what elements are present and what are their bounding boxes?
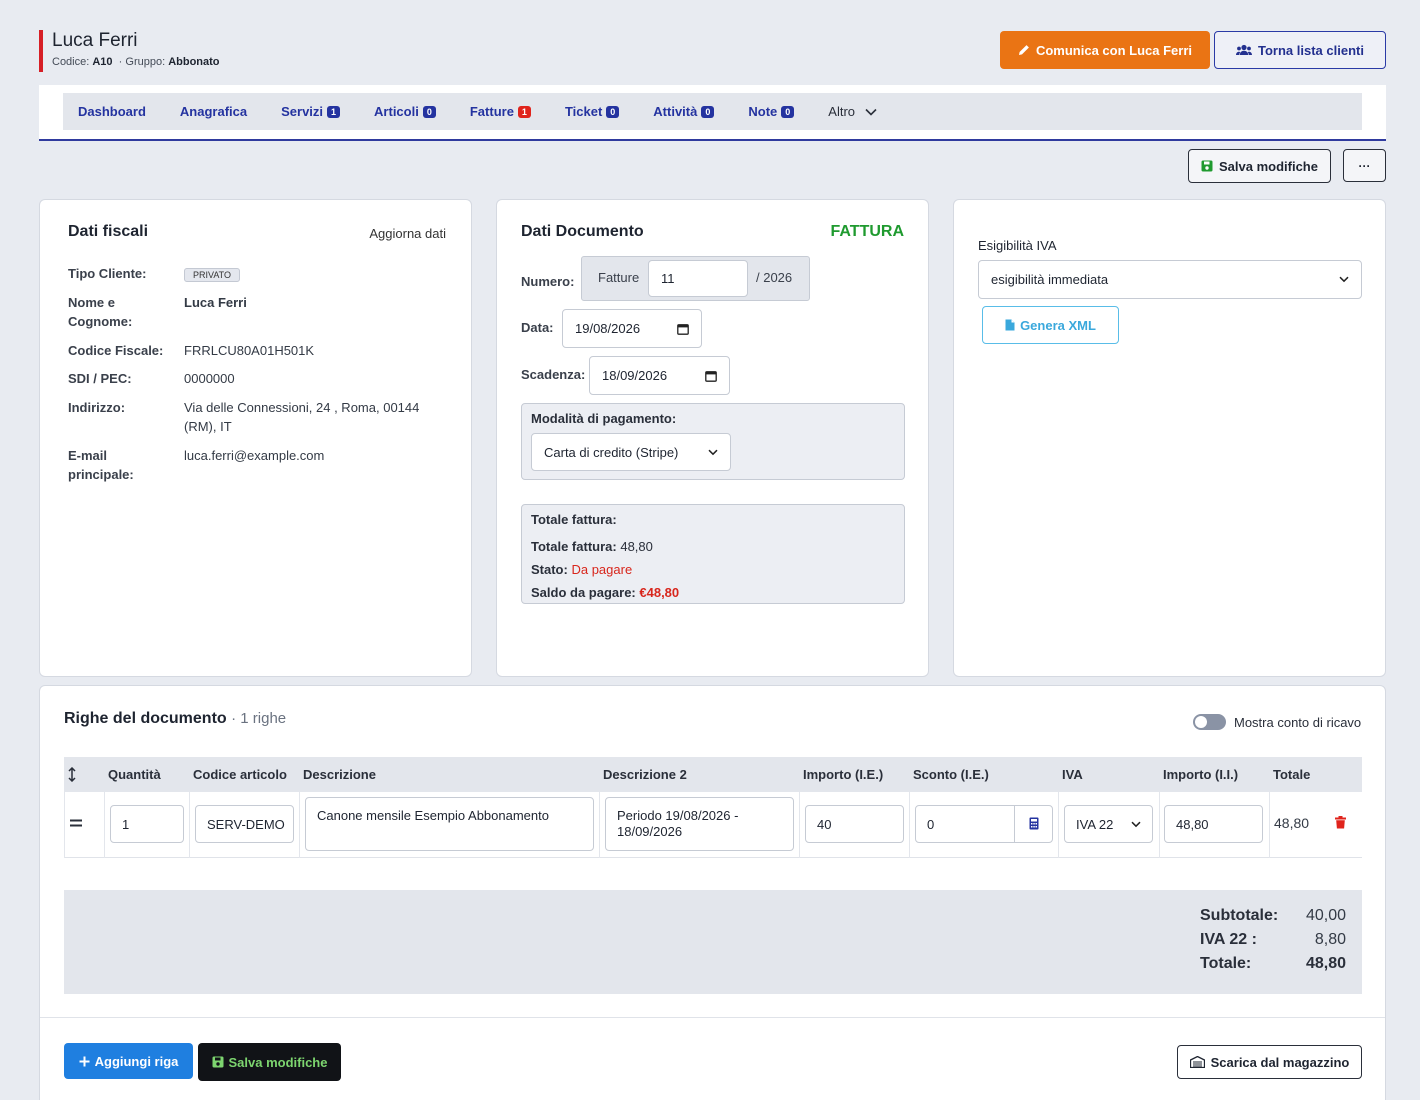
tab-dashboard[interactable]: Dashboard [78,104,146,119]
grand-total-value: 48,80 [1305,955,1346,972]
tab-count-badge: 0 [606,105,620,118]
client-name: Luca Ferri [52,30,138,51]
contact-client-button[interactable]: Comunica con Luca Ferri [1000,31,1210,69]
fiscal-row-sdi: SDI / PEC: 0000000 [68,371,235,386]
tab-servizi[interactable]: Servizi 1 [281,104,341,119]
tab-count-badge: 1 [517,105,531,118]
totals-summary: Subtotale: 40,00 IVA 22 : 8,80 Totale: 4… [64,890,1362,994]
sort-vertical-icon[interactable] [68,767,76,782]
lines-table-header: Quantità Codice articolo Descrizione Des… [64,757,1362,792]
update-data-link[interactable]: Aggiorna dati [369,226,446,241]
line-total: 48,80 [1274,815,1310,831]
document-type: FATTURA [830,223,904,240]
discount-input[interactable]: 0 [915,805,1015,843]
chevron-down-icon [865,108,877,116]
tab-anagrafica[interactable]: Anagrafica [180,104,247,119]
date-input[interactable]: 19/08/2026 [562,309,702,348]
tab-articoli[interactable]: Articoli 0 [374,104,436,119]
invoice-totals-block: Totale fattura: Totale fattura: 48,80 St… [521,504,905,604]
fiscal-data-card: Dati fiscali Aggiorna dati Tipo Cliente:… [39,199,472,677]
lines-title: Righe del documento · 1 righe [64,710,287,727]
vat-value: 8,80 [1314,931,1346,948]
client-code: A10 [92,56,113,68]
discount-calculator-button[interactable] [1014,805,1053,843]
calendar-icon [705,370,717,382]
number-input[interactable]: 11 [648,260,748,297]
fiscal-row-cf: Codice Fiscale: FRRLCU80A01H501K [68,343,315,358]
tab-ticket[interactable]: Ticket 0 [565,104,620,119]
users-icon [1236,44,1253,55]
due-date-input[interactable]: 18/09/2026 [589,356,730,395]
number-input-group: Fatture 11 / 2026 [581,256,810,301]
warehouse-unload-button[interactable]: Scarica dal magazzino [1177,1045,1362,1079]
document-title: Dati Documento [521,223,644,240]
tab-fatture[interactable]: Fatture 1 [470,104,531,119]
save-lines-button[interactable]: Salva modifiche [198,1043,341,1081]
document-data-card: Dati Documento FATTURA Numero: Fatture 1… [496,199,929,677]
description2-textarea[interactable]: Periodo 19/08/2026 - 18/09/2026 [605,797,794,851]
document-lines-card: Righe del documento · 1 righe Mostra con… [39,685,1386,1100]
client-meta: Codice: A10 · Gruppo: Abbonato [52,56,220,68]
file-code-icon [1005,319,1015,331]
revenue-account-toggle[interactable] [1193,714,1226,730]
trash-icon[interactable] [1335,816,1346,829]
description-textarea[interactable]: Canone mensile Esempio Abbonamento [305,797,594,851]
article-code-input[interactable]: SERV-DEMO [195,805,294,843]
client-type-badge: PRIVATO [184,268,241,282]
fiscal-row-indirizzo: Indirizzo: Via delle Connessioni, 24 , R… [68,400,420,434]
floppy-icon [1201,160,1213,172]
generate-xml-button[interactable]: Genera XML [982,306,1119,344]
amount-incl-input[interactable]: 48,80 [1164,805,1263,843]
chevron-down-icon [1339,276,1349,283]
fiscal-row-tipo: Tipo Cliente: PRIVATO [68,264,448,285]
payment-method-select[interactable]: Carta di credito (Stripe) [531,433,731,471]
fiscal-title: Dati fiscali [68,223,149,240]
more-actions-button[interactable]: ··· [1343,149,1386,182]
amount-excl-input[interactable]: 40 [805,805,904,843]
table-row: 1 SERV-DEMO Canone mensile Esempio Abbon… [64,792,1362,858]
balance-due: €48,80 [639,585,680,600]
tabs-container: Dashboard Anagrafica Servizi 1 Articoli 0 … [39,85,1386,141]
tab-count-badge: 0 [701,105,715,118]
vat-card: Esigibilità IVA esigibilità immediata Ge… [953,199,1386,677]
calculator-icon [1029,817,1038,830]
client-header: Luca Ferri Codice: A10 · Gruppo: Abbonat… [39,30,220,72]
quantity-input[interactable]: 1 [110,805,184,843]
client-group: Abbonato [168,56,220,68]
tab-count-badge: 0 [781,105,795,118]
vat-select[interactable]: IVA 22 [1064,805,1153,843]
add-line-button[interactable]: Aggiungi riga [64,1043,193,1079]
payment-method-block: Modalità di pagamento: Carta di credito … [521,403,905,480]
fiscal-row-nome: Nome e Cognome: Luca Ferri [68,293,247,331]
vat-eligibility-select[interactable]: esigibilità immediata [978,260,1362,299]
floppy-icon [212,1056,223,1068]
tab-count-badge: 1 [327,105,341,118]
warehouse-icon [1189,1056,1205,1068]
tab-attivita[interactable]: Attività 0 [653,104,715,119]
payment-status: Da pagare [571,562,633,577]
chevron-down-icon [1131,821,1141,827]
tab-altro-dropdown[interactable]: Altro [828,104,877,119]
tab-bar: Dashboard Anagrafica Servizi 1 Articoli 0 … [63,93,1362,130]
tab-note[interactable]: Note 0 [748,104,795,119]
chevron-down-icon [708,449,718,455]
invoice-total: 48,80 [620,539,653,554]
back-to-clients-button[interactable]: Torna lista clienti [1214,31,1386,69]
fiscal-row-email: E-mail principale: luca.ferri@example.com [68,448,325,482]
pencil-icon [1018,45,1029,55]
drag-handle-icon[interactable] [70,819,82,827]
tab-count-badge: 0 [422,105,436,118]
client-name-link[interactable]: Luca Ferri [184,293,247,331]
subtotal-value: 40,00 [1305,907,1346,924]
plus-icon [79,1056,90,1066]
calendar-icon [677,323,689,335]
save-changes-button[interactable]: Salva modifiche [1188,149,1331,183]
